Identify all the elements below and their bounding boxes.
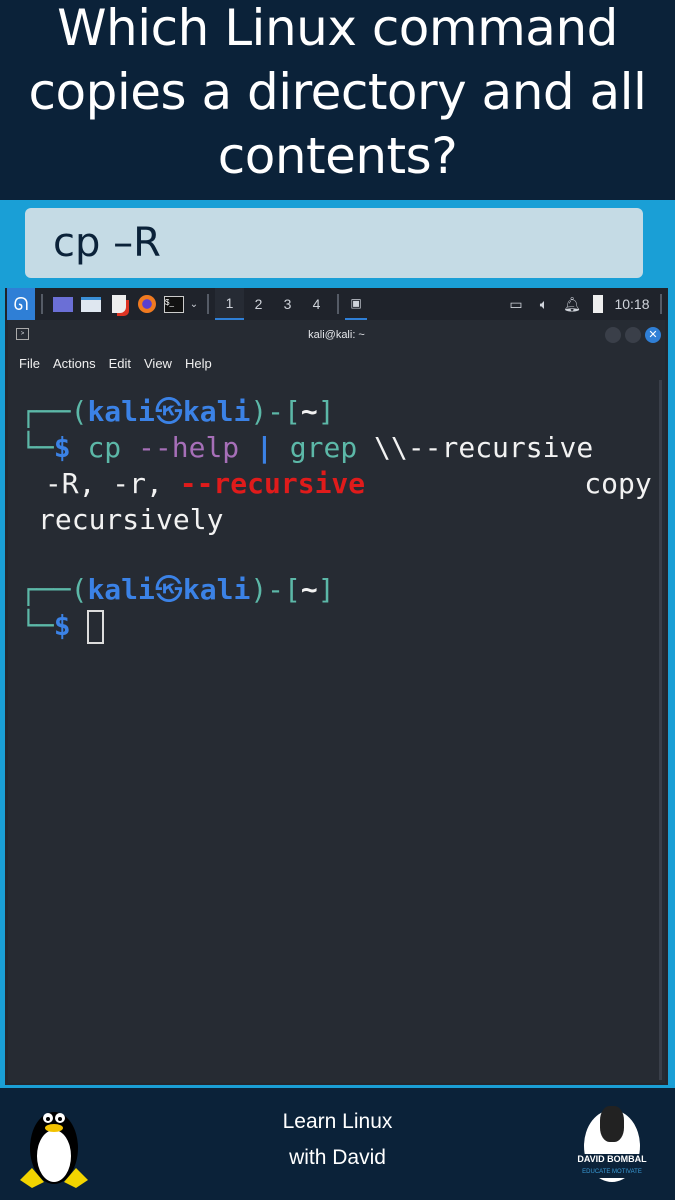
- title-bar: > kali@kali: ~ ✕: [8, 320, 665, 350]
- text-editor-icon[interactable]: [105, 288, 133, 320]
- kali-menu-icon[interactable]: ᘏ: [7, 288, 35, 320]
- minimize-button[interactable]: [605, 327, 621, 343]
- divider: [207, 294, 209, 314]
- terminal-icon[interactable]: $_: [161, 288, 187, 320]
- menu-help[interactable]: Help: [185, 356, 212, 371]
- answer-box: cp –R: [25, 208, 643, 278]
- footer: Learn Linux with David DAVID BOMBAL EDUCA…: [0, 1088, 675, 1200]
- prompt-line: ┌──(kali㉿kali)-[~]: [20, 395, 335, 428]
- folder-icon[interactable]: [77, 288, 105, 320]
- terminal-output[interactable]: ┌──(kali㉿kali)-[~] └─$ cp --help | grep …: [8, 376, 665, 1083]
- chevron-down-icon[interactable]: ⌄: [187, 288, 201, 320]
- divider: [41, 294, 43, 314]
- close-button[interactable]: ✕: [645, 327, 661, 343]
- menu-file[interactable]: File: [19, 356, 40, 371]
- output-line: recursively: [38, 503, 224, 536]
- maximize-button[interactable]: [625, 327, 641, 343]
- terminal-small-icon: >: [16, 328, 29, 340]
- battery-icon[interactable]: [586, 288, 610, 320]
- menu-bar: File Actions Edit View Help: [8, 350, 665, 376]
- workspace-4[interactable]: 4: [302, 288, 331, 320]
- command-line: └─$ cp --help | grep \\--recursive: [20, 431, 594, 464]
- menu-actions[interactable]: Actions: [53, 356, 96, 371]
- input-line[interactable]: └─$: [20, 608, 105, 644]
- terminal-task-icon[interactable]: ▣: [345, 288, 367, 320]
- taskbar: ᘏ $_ ⌄ 1 2 3 4 ▣ ▭ 🔈︎ 🔔︎ 10:18: [5, 288, 668, 320]
- menu-view[interactable]: View: [144, 356, 172, 371]
- question-text: Which Linux command copies a directory a…: [28, 0, 647, 185]
- volume-icon[interactable]: 🔈︎: [530, 288, 558, 320]
- workspace-3[interactable]: 3: [273, 288, 302, 320]
- firefox-icon[interactable]: [133, 288, 161, 320]
- display-icon[interactable]: ▭: [502, 288, 530, 320]
- prompt-line: ┌──(kali㉿kali)-[~]: [20, 573, 335, 606]
- text-cursor: [87, 610, 105, 644]
- divider: [337, 294, 339, 314]
- david-bombal-logo: DAVID BOMBAL EDUCATE MOTIVATE: [572, 1102, 652, 1188]
- divider: [660, 294, 662, 314]
- clock[interactable]: 10:18: [610, 288, 654, 320]
- workspace-1[interactable]: 1: [215, 288, 244, 320]
- workspace-2[interactable]: 2: [244, 288, 273, 320]
- window-title: kali@kali: ~: [308, 329, 365, 341]
- terminal-window: > kali@kali: ~ ✕ File Actions Edit View …: [8, 320, 665, 1083]
- menu-edit[interactable]: Edit: [109, 356, 131, 371]
- output-line: -R, -r, --recursive copy: [28, 467, 652, 500]
- tux-penguin-logo: [20, 1112, 88, 1188]
- notification-bell-icon[interactable]: 🔔︎: [558, 288, 586, 320]
- screenshot: ᘏ $_ ⌄ 1 2 3 4 ▣ ▭ 🔈︎ 🔔︎ 10:18 > kali@ka…: [5, 288, 668, 1085]
- desktop-icon[interactable]: [49, 288, 77, 320]
- question-banner: Which Linux command copies a directory a…: [0, 0, 675, 200]
- scrollbar[interactable]: [659, 380, 662, 1080]
